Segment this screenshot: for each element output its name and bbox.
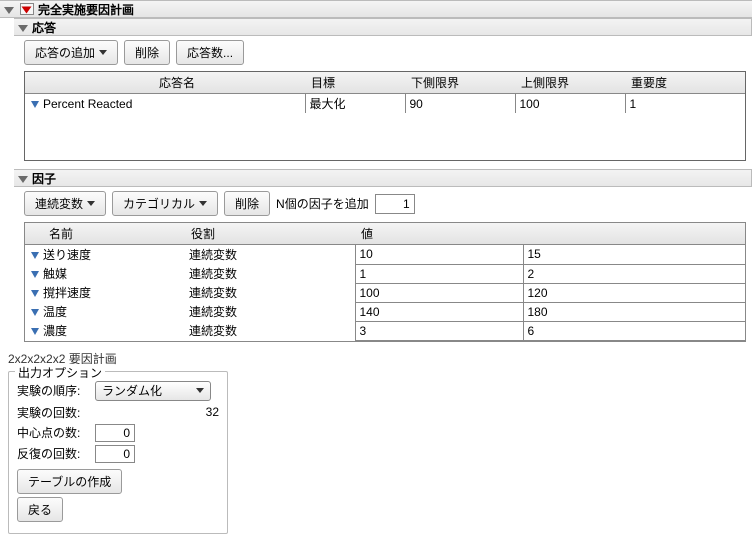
response-importance-cell[interactable]: 1 xyxy=(625,94,745,114)
factors-table-wrap: 名前 役割 値 送り速度 連続変数 10 15 触媒 連続変数 1 2 xyxy=(24,222,746,342)
dropdown-icon xyxy=(99,50,107,55)
design-label: 2x2x2x2x2 要因計画 xyxy=(0,348,752,371)
output-options-legend: 出力オプション xyxy=(15,364,105,381)
run-order-select[interactable]: ランダム化 xyxy=(95,381,211,401)
main-panel-header: 完全実施要因計画 xyxy=(0,0,752,18)
responses-body: 応答の追加 削除 応答数... 応答名 目標 下側限界 上側限界 重要度 xyxy=(14,36,752,167)
col-upper[interactable]: 上側限界 xyxy=(515,72,625,94)
col-lower[interactable]: 下側限界 xyxy=(405,72,515,94)
factor-row[interactable]: 温度 連続変数 140 180 xyxy=(25,302,745,321)
responses-table-header-row: 応答名 目標 下側限界 上側限界 重要度 xyxy=(25,72,745,94)
reps-label: 反復の回数: xyxy=(17,445,89,462)
factor-row[interactable]: 濃度 連続変数 3 6 xyxy=(25,321,745,340)
row-disclosure-icon[interactable] xyxy=(31,290,39,297)
col-name[interactable]: 応答名 xyxy=(25,72,305,94)
response-upper-cell[interactable]: 100 xyxy=(515,94,625,114)
disclosure-icon[interactable] xyxy=(18,171,32,185)
col-importance[interactable]: 重要度 xyxy=(625,72,745,94)
nruns-label: 実験の回数: xyxy=(17,404,88,421)
main-title: 完全実施要因計画 xyxy=(38,1,134,18)
add-response-button[interactable]: 応答の追加 xyxy=(24,40,118,65)
col-values[interactable]: 値 xyxy=(355,223,745,245)
row-disclosure-icon[interactable] xyxy=(31,328,39,335)
add-n-input[interactable] xyxy=(375,194,415,214)
col-goal[interactable]: 目標 xyxy=(305,72,405,94)
factors-table-header-row: 名前 役割 値 xyxy=(25,223,745,245)
responses-header: 応答 xyxy=(14,18,752,36)
dropdown-icon xyxy=(199,201,207,206)
col-name[interactable]: 名前 xyxy=(25,223,185,245)
factor-row[interactable]: 撹拌速度 連続変数 100 120 xyxy=(25,283,745,302)
options-menu-icon[interactable] xyxy=(20,3,34,15)
response-goal-cell[interactable]: 最大化 xyxy=(305,94,405,114)
replicates-input[interactable] xyxy=(95,445,135,463)
factors-toolbar: 連続変数 カテゴリカル 削除 N個の因子を追加 xyxy=(24,191,746,216)
factors-table: 名前 役割 値 送り速度 連続変数 10 15 触媒 連続変数 1 2 xyxy=(25,223,745,341)
row-disclosure-icon[interactable] xyxy=(31,101,39,108)
row-disclosure-icon[interactable] xyxy=(31,309,39,316)
disclosure-icon[interactable] xyxy=(18,20,32,34)
disclosure-icon[interactable] xyxy=(4,2,18,16)
factor-row[interactable]: 送り速度 連続変数 10 15 xyxy=(25,245,745,265)
add-n-label: N個の因子を追加 xyxy=(276,195,369,212)
nruns-value: 32 xyxy=(94,405,219,419)
row-disclosure-icon[interactable] xyxy=(31,271,39,278)
dropdown-icon xyxy=(196,388,204,393)
delete-response-button[interactable]: 削除 xyxy=(124,40,170,65)
response-count-button[interactable]: 応答数... xyxy=(176,40,244,65)
delete-factor-button[interactable]: 削除 xyxy=(224,191,270,216)
factor-row[interactable]: 触媒 連続変数 1 2 xyxy=(25,264,745,283)
output-options-group: 出力オプション 実験の順序: ランダム化 実験の回数: 32 中心点の数: 反復… xyxy=(8,371,228,534)
run-order-label: 実験の順序: xyxy=(17,382,89,399)
make-table-button[interactable]: テーブルの作成 xyxy=(17,469,122,494)
responses-table-wrap: 応答名 目標 下側限界 上側限界 重要度 Percent Reacted 最大化… xyxy=(24,71,746,161)
responses-toolbar: 応答の追加 削除 応答数... xyxy=(24,40,746,65)
row-disclosure-icon[interactable] xyxy=(31,252,39,259)
factors-title: 因子 xyxy=(32,170,56,187)
factors-header: 因子 xyxy=(14,169,752,187)
response-lower-cell[interactable]: 90 xyxy=(405,94,515,114)
continuous-button[interactable]: 連続変数 xyxy=(24,191,106,216)
center-label: 中心点の数: xyxy=(17,424,89,441)
categorical-button[interactable]: カテゴリカル xyxy=(112,191,218,216)
response-name-cell[interactable]: Percent Reacted xyxy=(25,94,305,114)
back-button[interactable]: 戻る xyxy=(17,497,63,522)
col-role[interactable]: 役割 xyxy=(185,223,355,245)
center-points-input[interactable] xyxy=(95,424,135,442)
factors-body: 連続変数 カテゴリカル 削除 N個の因子を追加 名前 役割 値 xyxy=(14,187,752,348)
responses-title: 応答 xyxy=(32,19,56,36)
responses-table: 応答名 目標 下側限界 上側限界 重要度 Percent Reacted 最大化… xyxy=(25,72,745,113)
response-row[interactable]: Percent Reacted 最大化 90 100 1 xyxy=(25,94,745,114)
dropdown-icon xyxy=(87,201,95,206)
